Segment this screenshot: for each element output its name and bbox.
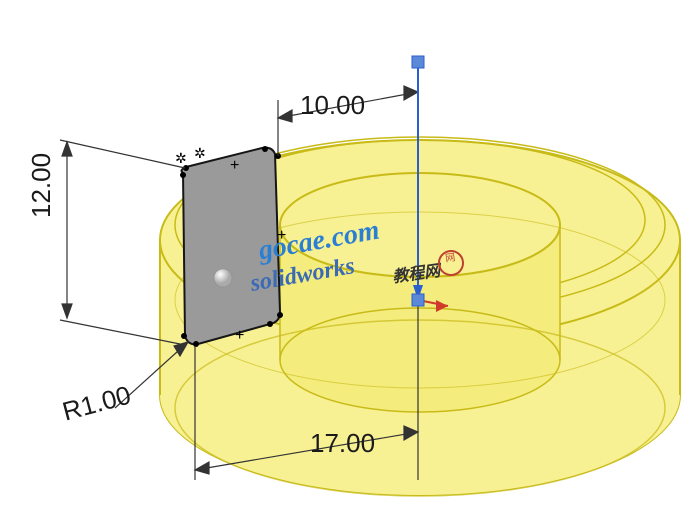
sketch-origin-marker: [214, 269, 232, 287]
axis-handle-center[interactable]: [412, 294, 424, 306]
svg-text:+: +: [230, 157, 239, 174]
dim-width-top[interactable]: 10.00: [300, 90, 365, 121]
dim-height[interactable]: 12.00: [26, 153, 57, 218]
svg-text:✲: ✲: [194, 145, 206, 161]
axis-handle-top[interactable]: [412, 56, 424, 68]
svg-text:+: +: [235, 327, 244, 344]
sketch-profile[interactable]: + + + + ✲ ✲: [175, 145, 286, 347]
dim-width-bottom[interactable]: 17.00: [310, 428, 375, 459]
svg-text:✲: ✲: [175, 150, 187, 166]
svg-text:+: +: [277, 227, 286, 244]
